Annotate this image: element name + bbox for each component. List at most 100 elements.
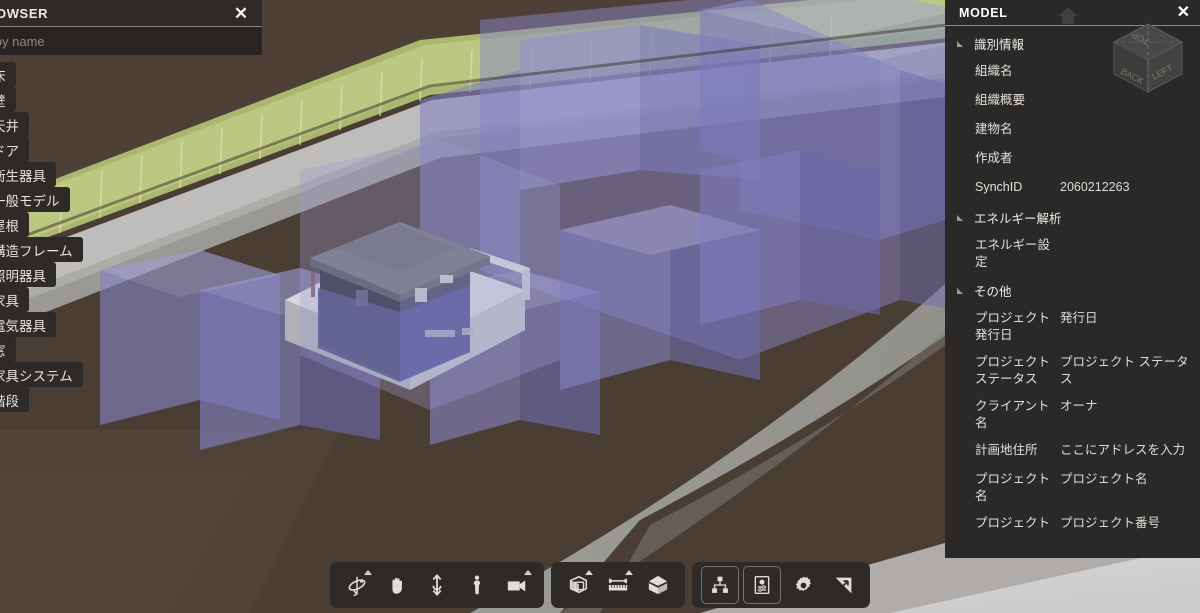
property-row[interactable]: 作成者: [945, 145, 1200, 174]
list-item[interactable]: 照明器具: [0, 262, 262, 287]
chevron-collapse-icon[interactable]: [957, 214, 963, 221]
list-item[interactable]: 床: [0, 62, 262, 87]
property-group-header[interactable]: エネルギー解析: [945, 203, 1200, 232]
close-icon[interactable]: ✕: [1177, 4, 1190, 21]
bottom-toolbar: [330, 562, 870, 608]
property-key: 建物名: [975, 122, 1013, 136]
property-row[interactable]: プロジェクトステータス プロジェクト ステータス: [945, 349, 1200, 393]
panel-tools-group: [692, 562, 870, 608]
list-item[interactable]: 電気器具: [0, 312, 262, 337]
list-item[interactable]: 家具システム: [0, 362, 262, 387]
property-value: ここにアドレスを入力: [1060, 443, 1186, 457]
property-row[interactable]: プロジェクト名 プロジェクト名: [945, 466, 1200, 510]
model-browser-panel: BROWSER ✕ 床 壁 天井 ドア 衛生器具 一般モデル: [0, 0, 262, 420]
property-value: プロジェクト名: [1060, 472, 1148, 486]
property-key: 作成者: [975, 151, 1013, 165]
tree-item-label: 衛生器具: [0, 168, 46, 184]
property-row[interactable]: 建物名: [945, 116, 1200, 145]
tree-item-label: 壁: [0, 90, 6, 110]
tree-item-label: ドア: [0, 143, 19, 159]
dropdown-triangle-icon[interactable]: [585, 570, 593, 575]
property-key: SynchID: [975, 180, 1023, 194]
property-row[interactable]: プロジェクト プロジェクト番号: [945, 510, 1200, 539]
property-row[interactable]: SynchID 2060212263: [945, 174, 1200, 203]
property-key: 計画地住所: [975, 443, 1038, 457]
settings-gear-icon[interactable]: [785, 567, 821, 603]
property-row[interactable]: エネルギー設定: [945, 232, 1200, 276]
appearance-cube-icon[interactable]: [640, 567, 676, 603]
list-item[interactable]: 天井: [0, 112, 262, 137]
browser-title: BROWSER: [0, 5, 49, 21]
property-value: オーナ: [1060, 399, 1098, 413]
model-tools-group: [551, 562, 685, 608]
property-key: 組織概要: [975, 93, 1026, 107]
fullscreen-expand-icon[interactable]: [825, 567, 861, 603]
property-value: 2060212263: [1060, 180, 1130, 194]
property-row[interactable]: クライアント名 オーナ: [945, 393, 1200, 437]
tree-item-label: 照明器具: [0, 268, 46, 284]
property-key: プロジェクト名: [975, 472, 1051, 503]
property-group-header[interactable]: その他: [945, 276, 1200, 305]
property-value: 発行日: [1060, 311, 1098, 325]
chevron-collapse-icon[interactable]: [957, 287, 963, 294]
list-item[interactable]: 階段: [0, 387, 262, 412]
tree-item-label: 窓: [0, 340, 6, 360]
home-icon[interactable]: [1056, 5, 1080, 25]
navigation-tools-group: [330, 562, 544, 608]
walk-person-icon[interactable]: [459, 567, 495, 603]
orbit-icon[interactable]: [339, 567, 375, 603]
measure-ruler-icon[interactable]: [600, 567, 636, 603]
properties-panel-icon[interactable]: [743, 566, 781, 604]
model-properties-panel: MODEL ✕ 識別情報 組織名 組織概要 建物名 作成者 SynchID 20…: [945, 0, 1200, 558]
property-row[interactable]: 組織概要: [945, 87, 1200, 116]
tree-item-label: 構造フレーム: [0, 243, 73, 259]
list-item[interactable]: 家具: [0, 287, 262, 312]
tree-item-label: 家具システム: [0, 368, 73, 384]
chevron-collapse-icon[interactable]: [957, 40, 963, 47]
property-group-label: 識別情報: [974, 38, 1025, 52]
filter-by-name-input[interactable]: [0, 33, 262, 49]
list-item[interactable]: 衛生器具: [0, 162, 262, 187]
dropdown-triangle-icon[interactable]: [524, 570, 532, 575]
application-window: BROWSER ✕ 床 壁 天井 ドア 衛生器具 一般モデル: [0, 0, 1200, 613]
property-row[interactable]: 組織名: [945, 58, 1200, 87]
list-item[interactable]: 屋根: [0, 212, 262, 237]
property-group-label: その他: [974, 285, 1012, 299]
list-item[interactable]: 一般モデル: [0, 187, 262, 212]
pan-hand-icon[interactable]: [379, 567, 415, 603]
category-tree: 床 壁 天井 ドア 衛生器具 一般モデル 屋根 構造フレーム: [0, 55, 262, 412]
list-item[interactable]: ドア: [0, 137, 262, 162]
property-group-label: エネルギー解析: [974, 212, 1062, 226]
model-properties-list: 識別情報 組織名 組織概要 建物名 作成者 SynchID 2060212263: [945, 26, 1200, 539]
property-group-header[interactable]: 識別情報: [945, 29, 1200, 58]
tree-item-label: 床: [0, 65, 6, 85]
property-key: プロジェクトステータス: [975, 355, 1051, 386]
property-row[interactable]: 計画地住所 ここにアドレスを入力: [945, 437, 1200, 466]
dropdown-triangle-icon[interactable]: [364, 570, 372, 575]
property-key: プロジェクト発行日: [975, 311, 1051, 342]
property-key: 組織名: [975, 64, 1013, 78]
tree-item-label: 天井: [0, 118, 19, 134]
property-row[interactable]: プロジェクト発行日 発行日: [945, 305, 1200, 349]
close-icon[interactable]: ✕: [232, 5, 250, 22]
list-item[interactable]: 構造フレーム: [0, 237, 262, 262]
browser-header: BROWSER ✕: [0, 0, 262, 27]
tree-item-label: 屋根: [0, 218, 19, 234]
list-item[interactable]: 壁: [0, 87, 262, 112]
tree-item-label: 一般モデル: [0, 193, 60, 209]
property-value: プロジェクト ステータス: [1060, 355, 1189, 386]
property-key: プロジェクト: [975, 516, 1051, 530]
zoom-vertical-arrow-icon[interactable]: [419, 567, 455, 603]
property-key: エネルギー設定: [975, 238, 1051, 269]
camera-icon[interactable]: [499, 567, 535, 603]
model-tree-icon[interactable]: [701, 566, 739, 604]
list-item[interactable]: 窓: [0, 337, 262, 362]
section-box-icon[interactable]: [560, 567, 596, 603]
tree-item-label: 電気器具: [0, 318, 46, 334]
browser-filter-bar: [0, 27, 262, 55]
tree-item-label: 家具: [0, 293, 19, 309]
dropdown-triangle-icon[interactable]: [625, 570, 633, 575]
property-value: プロジェクト番号: [1060, 516, 1161, 530]
tree-item-label: 階段: [0, 393, 19, 409]
property-key: クライアント名: [975, 399, 1050, 430]
